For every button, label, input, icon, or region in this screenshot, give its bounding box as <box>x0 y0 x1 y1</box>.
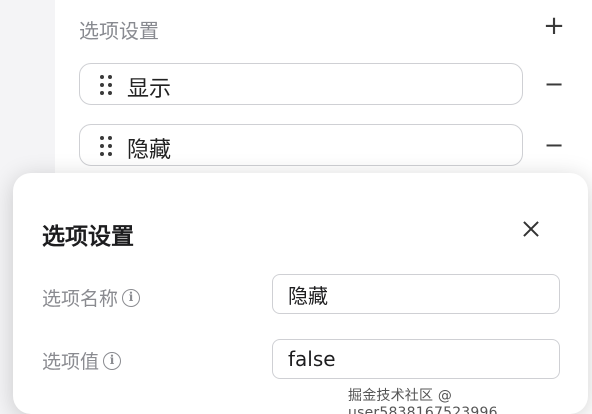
option-row: 隐藏 − <box>79 124 579 166</box>
info-icon[interactable]: i <box>122 288 141 307</box>
watermark: 掘金技术社区 @ user5838167523996 <box>348 388 498 414</box>
option-settings-dialog: 选项设置 选项名称i 选项值i <box>13 173 588 414</box>
option-name-label: 选项名称 i <box>42 284 141 311</box>
options-header-title: 选项设置 <box>79 19 159 43</box>
drag-handle-icon[interactable] <box>100 136 114 156</box>
option-item[interactable]: 显示 <box>79 63 523 105</box>
add-option-button[interactable]: + <box>542 13 566 39</box>
option-label: 隐藏 <box>127 138 172 163</box>
app-stage: 选项设置 + 显示 − 隐藏 − 选项设置 选项名称 i 隐藏 选项值 i fa… <box>0 0 592 414</box>
drag-handle-icon[interactable] <box>100 75 114 95</box>
option-value-label: 选项值 i <box>42 347 122 374</box>
remove-option-button[interactable]: − <box>542 71 566 97</box>
option-value-input[interactable] <box>272 339 560 379</box>
option-label: 显示 <box>127 77 172 102</box>
option-row: 显示 − <box>79 63 579 105</box>
remove-option-button[interactable]: − <box>542 132 566 158</box>
close-icon[interactable] <box>519 217 543 241</box>
option-name-input[interactable] <box>272 274 560 314</box>
option-value-label-text: 选项值 <box>42 351 100 373</box>
option-item[interactable]: 隐藏 <box>79 124 523 166</box>
dialog-title: 选项设置 <box>42 224 134 250</box>
options-header: 选项设置 + <box>79 12 579 43</box>
option-name-label-text: 选项名称 <box>42 288 119 310</box>
info-icon[interactable]: i <box>103 351 122 370</box>
